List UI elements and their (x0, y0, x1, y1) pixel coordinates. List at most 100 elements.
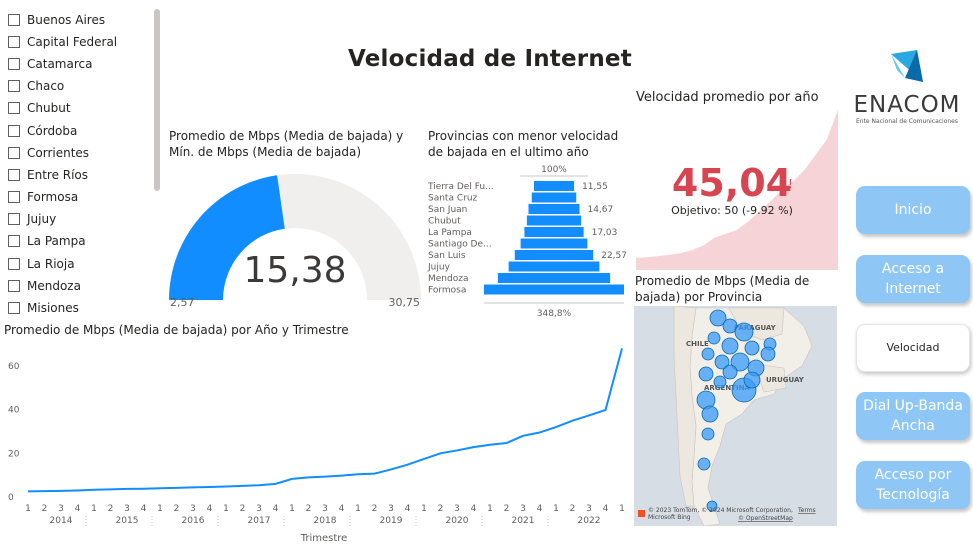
map-bubble[interactable] (721, 337, 739, 355)
map-bubble[interactable] (697, 457, 711, 471)
slicer-item[interactable]: Capital Federal (8, 32, 117, 52)
x-tick-label: 4 (603, 504, 609, 514)
checkbox[interactable] (8, 302, 20, 314)
nav-velocidad-button[interactable]: Velocidad (856, 324, 970, 372)
funnel-row-label: Mendoza (428, 274, 468, 284)
slicer-item[interactable]: La Pampa (8, 231, 86, 251)
map-bubble[interactable] (701, 427, 715, 441)
kpi-card[interactable]: 45,04 ! Objetivo: 50 (-9.92 %) (636, 108, 839, 270)
slicer-item-label: La Rioja (27, 257, 75, 271)
funnel-bar[interactable] (528, 204, 580, 214)
x-tick-label: 3 (388, 504, 394, 514)
funnel-bar[interactable] (533, 181, 575, 191)
checkbox[interactable] (8, 14, 20, 26)
map-label-uruguay: URUGUAY (766, 376, 805, 384)
slicer-item-label: Buenos Aires (27, 13, 106, 27)
slicer-item[interactable]: Misiones (8, 298, 79, 318)
map-bubble[interactable] (744, 340, 760, 356)
gauge-chart[interactable]: 15,38 2,57 30,75 (160, 160, 430, 310)
slicer-item[interactable]: Buenos Aires (8, 10, 105, 30)
checkbox[interactable] (8, 36, 20, 48)
checkbox[interactable] (8, 102, 20, 114)
gauge-title: Promedio de Mbps (Media de bajada) y Mín… (169, 129, 404, 159)
gauge-value: 15,38 (243, 250, 346, 291)
funnel-bar[interactable] (484, 284, 624, 295)
funnel-bar[interactable] (526, 215, 582, 226)
slicer-item[interactable]: Jujuy (8, 209, 56, 229)
map-terms-link[interactable]: Terms (797, 507, 816, 514)
slicer-item[interactable]: Chaco (8, 76, 64, 96)
funnel-bar[interactable] (508, 261, 600, 272)
map-bubble[interactable] (701, 347, 715, 361)
checkbox[interactable] (8, 147, 20, 159)
funnel-value-label: 17,03 (592, 228, 618, 238)
checkbox[interactable] (8, 258, 20, 270)
funnel-row-label: La Pampa (428, 228, 472, 238)
nav-acceso-tecnologia-button[interactable]: Acceso por Tecnología (856, 461, 970, 509)
page-title: Velocidad de Internet (348, 46, 632, 72)
checkbox[interactable] (8, 80, 20, 92)
x-tick-label: 1 (553, 504, 559, 514)
slicer-item[interactable]: Formosa (8, 187, 78, 207)
province-map[interactable]: PARAGUAY CHILE URUGUAY ARGENTINA © 2023 … (634, 306, 837, 526)
x-tick-label: 3 (454, 504, 460, 514)
kpi-title: Velocidad promedio por año (636, 90, 819, 105)
map-canvas: PARAGUAY CHILE URUGUAY ARGENTINA © 2023 … (638, 306, 816, 526)
logo-mark-icon: ENACOM Ente Nacional de Comunicaciones (853, 50, 960, 125)
y-tick-label: 0 (8, 493, 14, 503)
slicer-item[interactable]: Catamarca (8, 54, 92, 74)
map-bubble[interactable] (713, 375, 727, 389)
funnel-row-label: Santa Cruz (428, 194, 478, 204)
checkbox[interactable] (8, 280, 20, 292)
line-chart[interactable]: 0204060 12341234123412341234123412341234… (0, 340, 632, 545)
slicer-item[interactable]: Mendoza (8, 276, 81, 296)
logo-tagline: Ente Nacional de Comunicaciones (856, 118, 958, 125)
x-tick-label: 1 (91, 504, 97, 514)
x-tick-label: 4 (339, 504, 345, 514)
map-osm-link[interactable]: © OpenStreetMap (738, 515, 793, 522)
slicer-item[interactable]: Chubut (8, 98, 71, 118)
checkbox[interactable] (8, 191, 20, 203)
x-tick-label: 3 (256, 504, 262, 514)
funnel-bar[interactable] (524, 227, 584, 237)
funnel-bar[interactable] (497, 273, 611, 283)
funnel-bar[interactable] (514, 250, 594, 260)
checkbox[interactable] (8, 58, 20, 70)
map-bubble[interactable] (722, 364, 738, 380)
map-bubble[interactable] (698, 366, 714, 382)
x-tick-label: 4 (471, 504, 477, 514)
checkbox[interactable] (8, 125, 20, 137)
x-tick-label: 1 (421, 504, 427, 514)
slicer-item-label: Corrientes (27, 146, 90, 160)
funnel-chart[interactable]: 100% Tierra Del Fu... 11,55Santa CruzSan … (420, 160, 632, 322)
x-tick-label: 2 (108, 504, 114, 514)
x-tick-label: 3 (190, 504, 196, 514)
map-label-chile: CHILE (686, 340, 709, 348)
slicer-item[interactable]: Córdoba (8, 121, 77, 141)
funnel-bar[interactable] (531, 192, 577, 203)
map-bubble[interactable] (760, 346, 776, 362)
checkbox[interactable] (8, 169, 20, 181)
slicer-item-label: Misiones (27, 301, 79, 315)
nav-inicio-button[interactable]: Inicio (856, 186, 970, 234)
x-year-label: 2015 (116, 516, 139, 526)
x-tick-label: 2 (504, 504, 510, 514)
logo-text: ENACOM (853, 92, 960, 118)
x-year-label: 2016 (182, 516, 205, 526)
map-bubble[interactable] (734, 322, 754, 342)
checkbox[interactable] (8, 235, 20, 247)
map-bubble[interactable] (743, 371, 761, 389)
funnel-row-label: San Luis (428, 251, 466, 261)
province-slicer[interactable]: Buenos Aires Capital Federal Catamarca C… (0, 8, 162, 318)
checkbox[interactable] (8, 213, 20, 225)
nav-dial-up-button[interactable]: Dial Up-Banda Ancha (856, 392, 970, 440)
x-tick-label: 3 (124, 504, 130, 514)
map-bubble[interactable] (707, 331, 721, 345)
slicer-item[interactable]: Entre Ríos (8, 165, 88, 185)
x-tick-label: 4 (207, 504, 213, 514)
slicer-item[interactable]: Corrientes (8, 143, 89, 163)
slicer-item[interactable]: La Rioja (8, 254, 75, 274)
map-bubble[interactable] (701, 405, 719, 423)
nav-acceso-internet-button[interactable]: Acceso a Internet (856, 255, 970, 303)
funnel-bar[interactable] (520, 238, 588, 249)
